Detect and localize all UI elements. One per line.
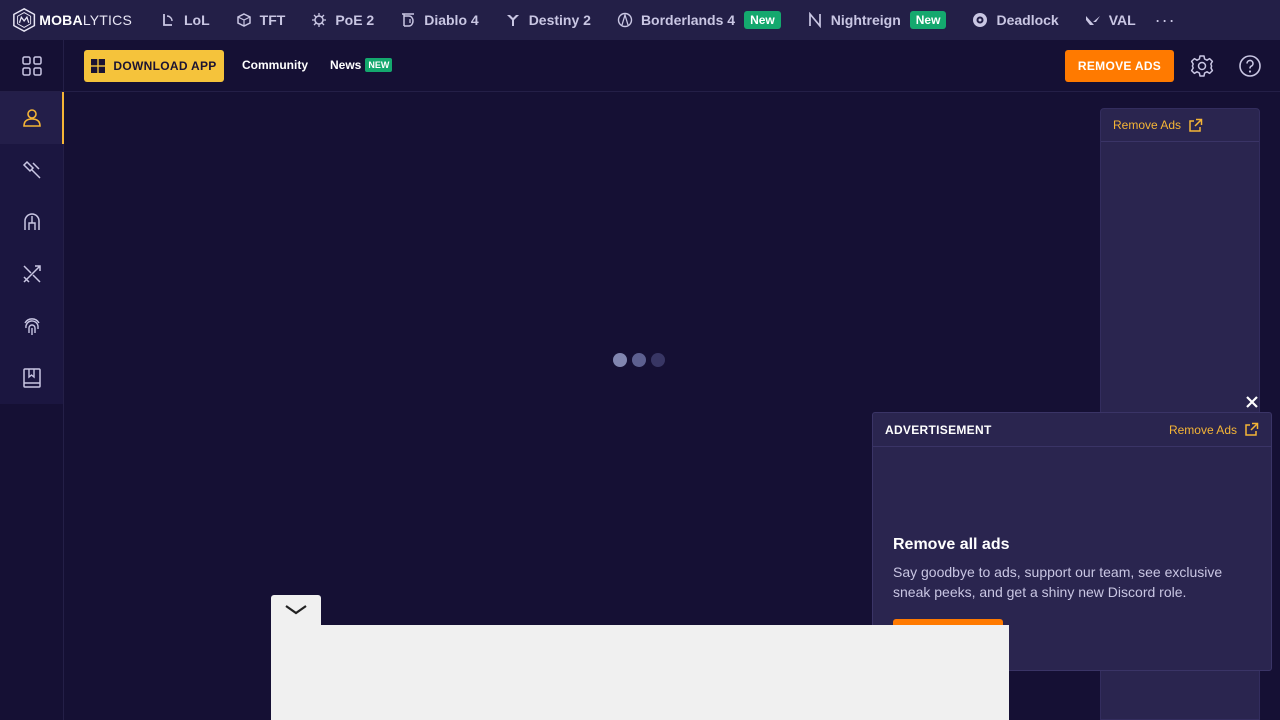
fingerprint-icon xyxy=(23,318,40,335)
news-link[interactable]: News NEW xyxy=(330,58,393,72)
advertisement-header: ADVERTISEMENT Remove Ads xyxy=(873,413,1271,447)
diablo4-icon xyxy=(400,12,416,28)
game-nav: LoL TFT PoE 2 Diablo 4 Destiny 2 Borderl… xyxy=(148,0,1186,40)
gear-icon xyxy=(1190,55,1214,77)
game-tab-label: TFT xyxy=(259,12,286,28)
destiny2-icon xyxy=(505,12,521,28)
loading-dot xyxy=(632,353,646,367)
news-new-badge: NEW xyxy=(365,58,393,72)
remove-ads-link-label: Remove Ads xyxy=(1113,118,1182,132)
advertisement-title: Remove all ads xyxy=(893,536,1010,553)
advertisement-label: ADVERTISEMENT xyxy=(885,422,992,437)
new-badge: New xyxy=(744,11,781,29)
sidebar-item-champions[interactable] xyxy=(0,196,63,248)
game-tab-diablo4[interactable]: Diablo 4 xyxy=(387,0,491,40)
loading-dot xyxy=(651,353,665,367)
external-link-icon xyxy=(1245,422,1259,436)
val-icon xyxy=(1085,12,1101,28)
remove-ads-link-label: Remove Ads xyxy=(1168,422,1237,437)
help-icon xyxy=(1239,55,1261,77)
game-tab-label: VAL xyxy=(1108,12,1136,28)
sidebar-nav xyxy=(0,92,64,404)
top-game-bar: MOBALYTICS LoL TFT PoE 2 Diablo 4 Destin… xyxy=(0,0,1280,40)
settings-button[interactable] xyxy=(1190,54,1214,78)
advertisement-body: Remove all ads Say goodbye to ads, suppo… xyxy=(893,536,1253,602)
game-tab-val[interactable]: VAL xyxy=(1072,0,1149,40)
sub-header: DOWNLOAD APP Community News NEW REMOVE AD… xyxy=(64,40,1280,92)
loading-indicator xyxy=(613,353,670,367)
game-tab-label: Diablo 4 xyxy=(424,12,479,28)
builds-icon xyxy=(22,160,41,179)
tier-list-icon xyxy=(22,265,41,283)
sidebar-item-fingerprint[interactable] xyxy=(0,300,63,352)
sidebar-item-profile[interactable] xyxy=(0,92,64,144)
download-app-button[interactable]: DOWNLOAD APP xyxy=(84,50,224,82)
close-icon xyxy=(1246,396,1258,408)
help-button[interactable] xyxy=(1238,54,1262,78)
game-tab-label: PoE 2 xyxy=(335,12,375,28)
game-tab-borderlands4[interactable]: Borderlands 4 New xyxy=(604,0,794,40)
news-label: News xyxy=(330,58,362,72)
external-link-icon xyxy=(1189,118,1203,132)
remove-ads-link[interactable]: Remove Ads xyxy=(1113,118,1203,133)
tft-icon xyxy=(236,12,252,28)
right-ad-header: Remove Ads xyxy=(1101,109,1259,142)
close-ad-button[interactable] xyxy=(1243,393,1261,411)
bottom-ad-banner[interactable] xyxy=(271,625,1009,720)
brand-name: MOBALYTICS xyxy=(39,12,132,28)
left-sidebar xyxy=(0,40,64,720)
game-tab-label: Destiny 2 xyxy=(528,12,591,28)
advertisement-description: Say goodbye to ads, support our team, se… xyxy=(893,564,1223,600)
sidebar-item-builds[interactable] xyxy=(0,144,63,196)
new-badge: New xyxy=(909,11,947,29)
remove-ads-button[interactable]: REMOVE ADS xyxy=(1065,50,1174,82)
game-tab-label: LoL xyxy=(184,12,210,28)
chevron-down-icon xyxy=(285,605,307,615)
windows-icon xyxy=(91,59,106,73)
game-tab-label: Borderlands 4 xyxy=(640,12,736,28)
community-link[interactable]: Community xyxy=(242,58,308,72)
nightreign-icon xyxy=(807,12,823,28)
mobalytics-logo[interactable]: MOBALYTICS xyxy=(12,0,132,40)
apps-grid-icon xyxy=(21,55,42,76)
sidebar-item-guides[interactable] xyxy=(0,352,63,404)
profile-icon xyxy=(22,109,41,127)
game-tab-poe2[interactable]: PoE 2 xyxy=(298,0,387,40)
game-tab-lol[interactable]: LoL xyxy=(148,0,223,40)
more-games-button[interactable]: ··· xyxy=(1145,10,1186,31)
deadlock-icon xyxy=(972,12,988,28)
guides-icon xyxy=(22,368,41,388)
apps-grid-button[interactable] xyxy=(0,40,63,92)
mobalytics-logo-icon xyxy=(13,7,36,33)
game-tab-label: Nightreign xyxy=(830,12,901,28)
sidebar-item-tier-list[interactable] xyxy=(0,248,63,300)
download-app-label: DOWNLOAD APP xyxy=(113,59,217,73)
borderlands4-icon xyxy=(617,12,633,28)
remove-ads-link[interactable]: Remove Ads xyxy=(1169,422,1259,437)
game-tab-destiny2[interactable]: Destiny 2 xyxy=(492,0,604,40)
loading-dot xyxy=(613,353,627,367)
game-tab-tft[interactable]: TFT xyxy=(223,0,299,40)
lol-icon xyxy=(160,12,176,28)
champions-icon xyxy=(23,213,40,230)
poe2-icon xyxy=(311,12,327,28)
game-tab-deadlock[interactable]: Deadlock xyxy=(959,0,1071,40)
bottom-ad-collapse-button[interactable] xyxy=(271,595,321,625)
game-tab-label: Deadlock xyxy=(996,12,1059,28)
game-tab-nightreign[interactable]: Nightreign New xyxy=(794,0,960,40)
